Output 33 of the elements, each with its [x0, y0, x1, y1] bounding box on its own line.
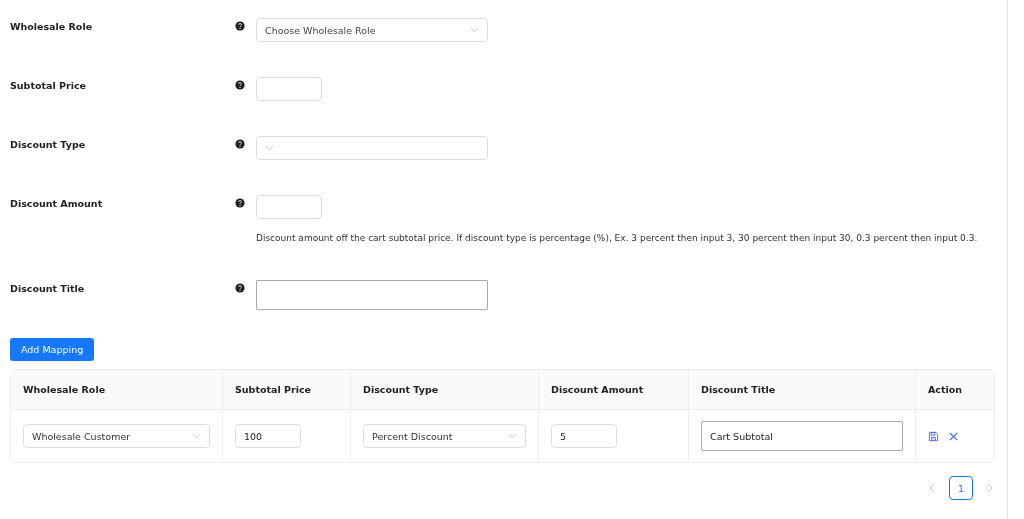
- input-field[interactable]: 100: [235, 424, 301, 448]
- column-header: Discount Title: [701, 384, 776, 395]
- column-header: Wholesale Role: [23, 384, 106, 395]
- field-label: Discount Type: [10, 138, 87, 150]
- column-header: Subtotal Price: [235, 384, 311, 395]
- chevron-down-icon: [508, 433, 517, 439]
- help-icon[interactable]: [235, 198, 245, 208]
- field-label: Subtotal Price: [10, 79, 87, 91]
- select-field[interactable]: Wholesale Customer: [23, 424, 210, 448]
- page-button[interactable]: 1: [949, 476, 973, 500]
- field-label: Discount Title: [10, 282, 86, 294]
- column-header: Discount Amount: [551, 384, 644, 395]
- help-icon[interactable]: [235, 80, 245, 90]
- close-icon[interactable]: [948, 430, 959, 442]
- chevron-down-icon: [265, 145, 274, 151]
- field-label: Discount Amount: [10, 197, 104, 209]
- chevron-down-icon: [192, 433, 201, 439]
- field-description: Discount amount off the cart subtotal price. If discount type is percentage (%), Ex. 3 percent then input 3, 30 percent then input 30, 0.3 percent then input 0.3.: [256, 233, 978, 243]
- select-field[interactable]: [256, 136, 488, 160]
- help-icon[interactable]: [235, 21, 245, 31]
- input-field[interactable]: [256, 280, 488, 310]
- select-field[interactable]: Percent Discount: [363, 424, 526, 448]
- chevron-down-icon: [470, 27, 479, 33]
- help-icon[interactable]: [235, 283, 245, 293]
- column-header: Discount Type: [363, 384, 439, 395]
- input-field[interactable]: Cart Subtotal: [701, 421, 903, 451]
- select-field[interactable]: Choose Wholesale Role: [256, 18, 488, 42]
- column-header: Action: [928, 384, 963, 395]
- input-field[interactable]: 5: [551, 424, 617, 448]
- add-mapping-button[interactable]: Add Mapping: [10, 338, 95, 361]
- save-icon[interactable]: [928, 430, 939, 442]
- field-label: Wholesale Role: [10, 20, 94, 32]
- help-icon[interactable]: [235, 139, 245, 149]
